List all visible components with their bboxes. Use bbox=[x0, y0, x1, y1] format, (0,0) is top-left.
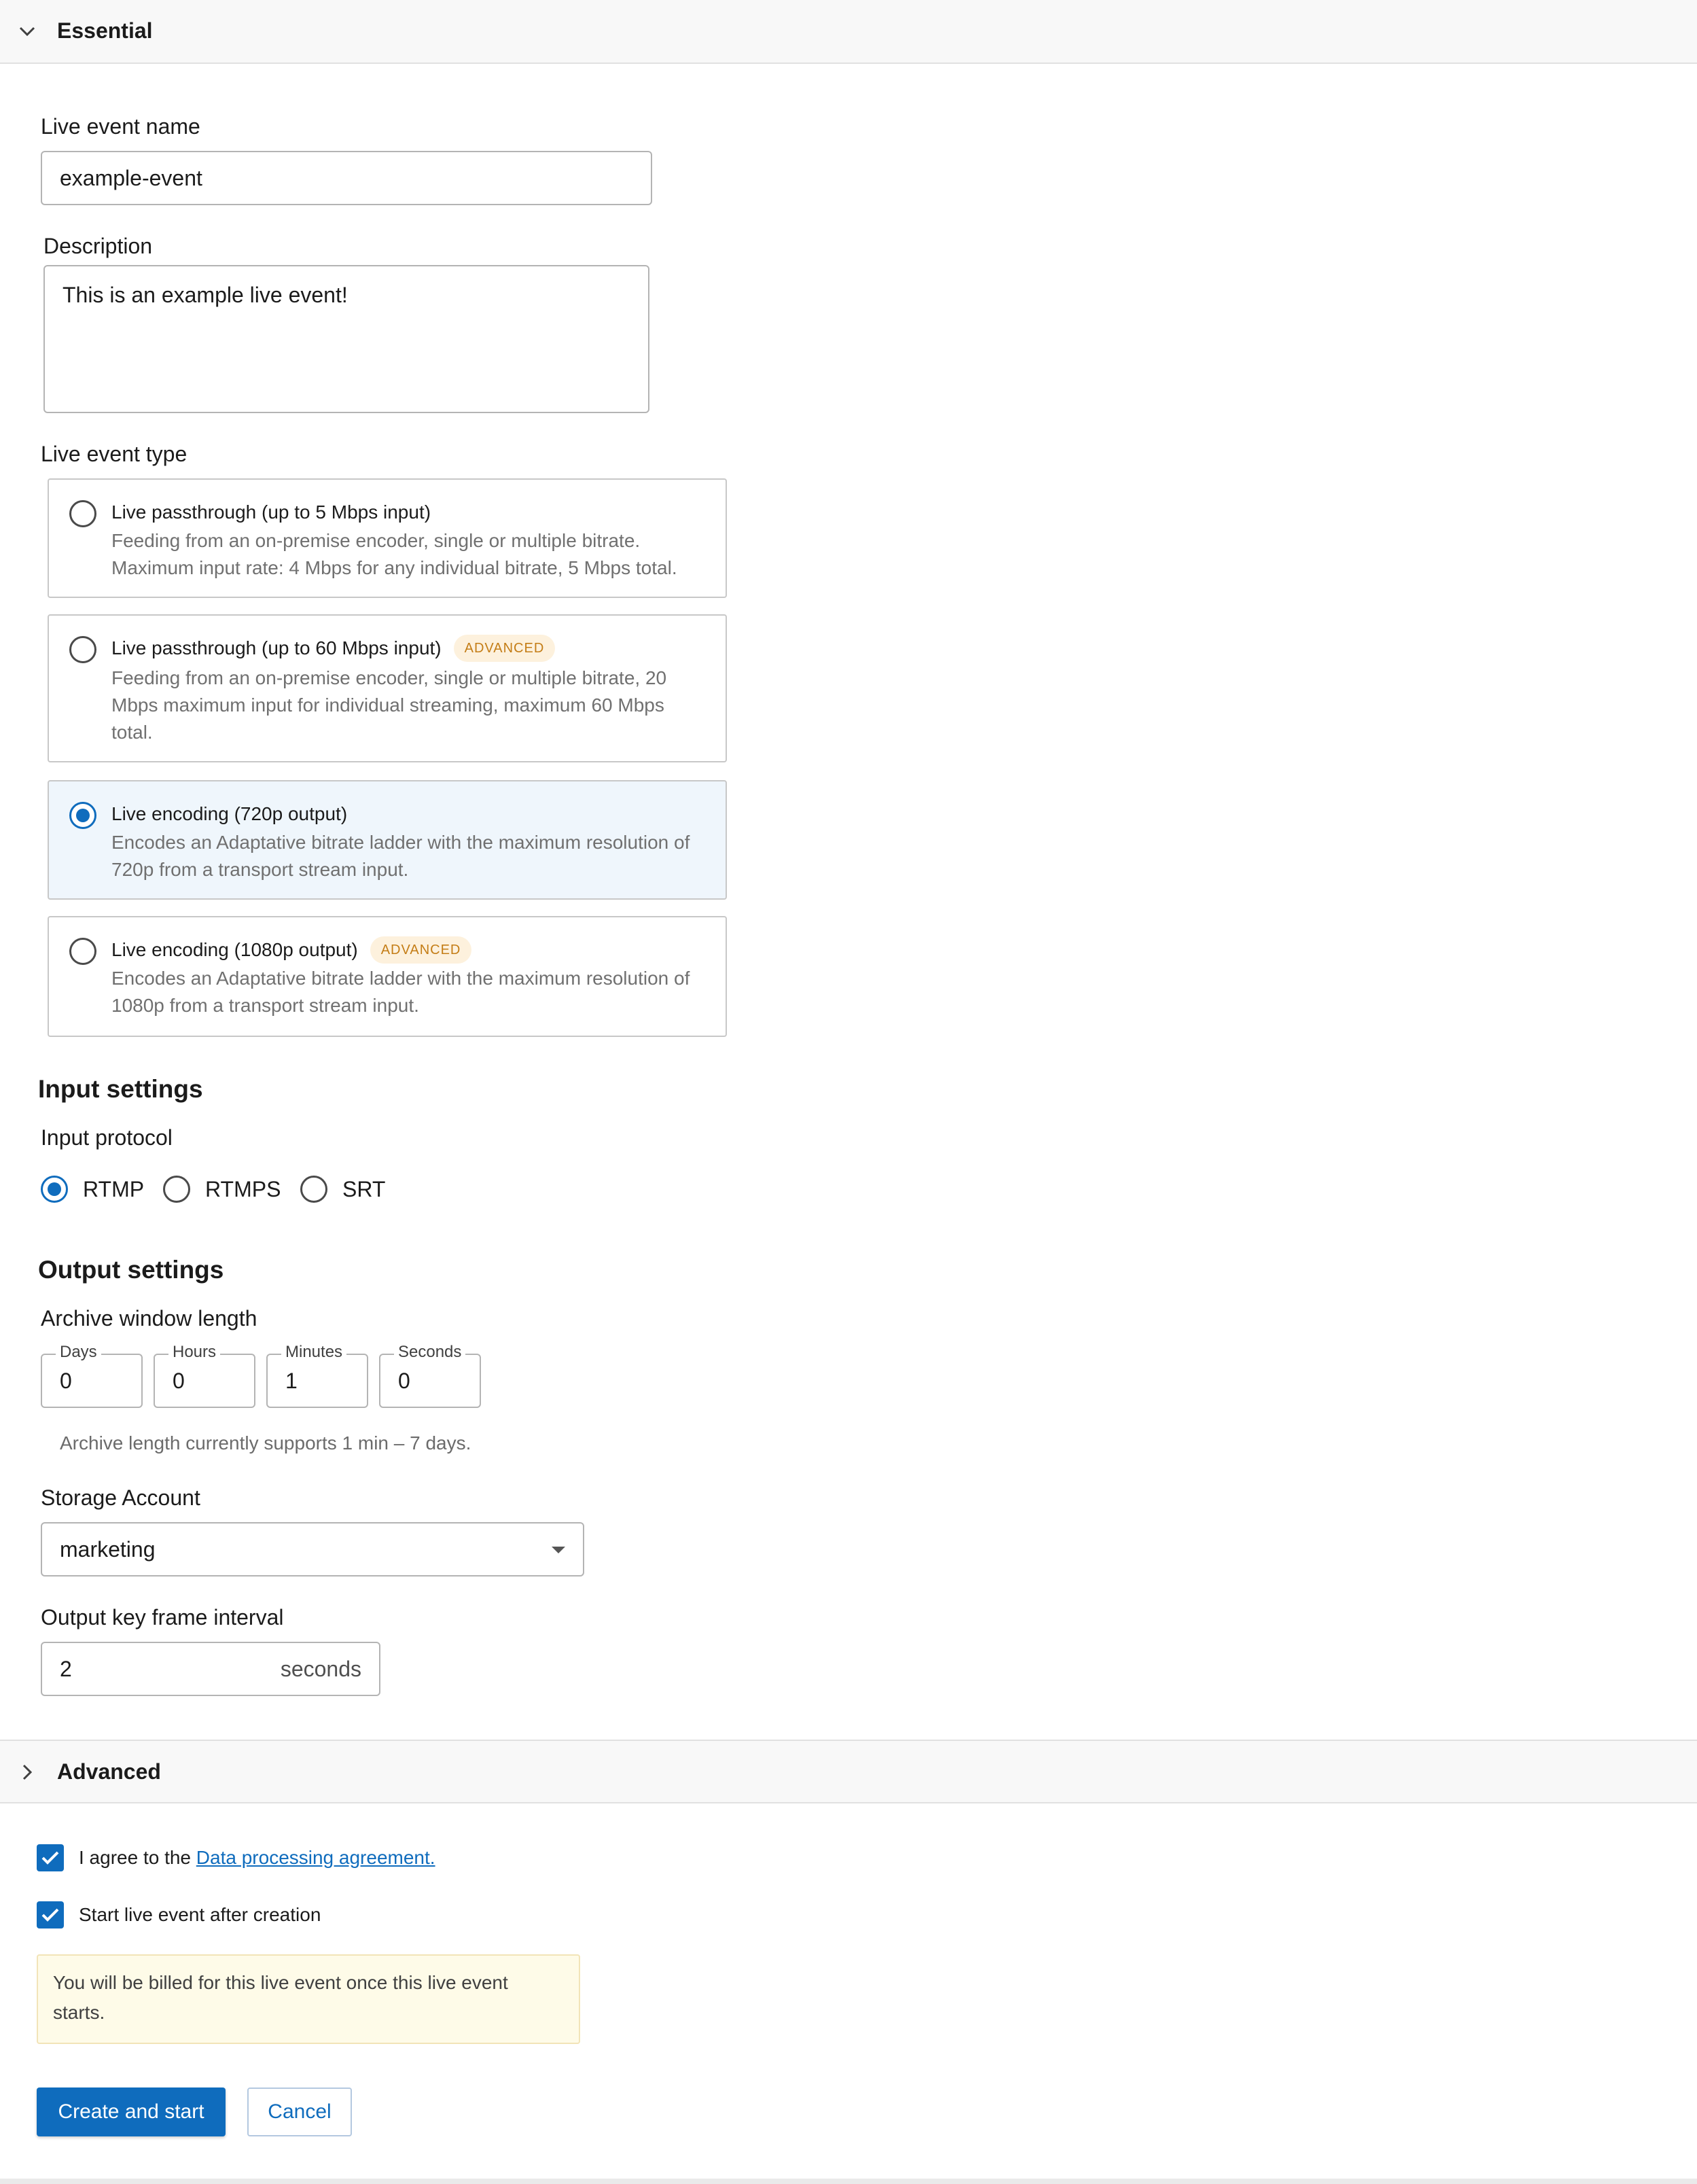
radio-button[interactable] bbox=[69, 938, 96, 965]
event-type-option-encoding-1080p[interactable]: Live encoding (1080p output) ADVANCED Enc… bbox=[48, 916, 727, 1037]
archive-days-caption: Days bbox=[56, 1342, 101, 1362]
protocol-radio-srt[interactable] bbox=[300, 1176, 327, 1203]
billing-notice: You will be billed for this live event o… bbox=[37, 1954, 580, 2044]
storage-account-label: Storage Account bbox=[41, 1485, 200, 1510]
option-title: Live passthrough (up to 60 Mbps input) bbox=[111, 637, 442, 658]
option-description: Feeding from an on-premise encoder, sing… bbox=[111, 667, 667, 743]
chevron-right-icon bbox=[22, 1764, 33, 1780]
essential-section-title: Essential bbox=[57, 18, 153, 43]
radio-button[interactable] bbox=[69, 500, 96, 527]
check-icon bbox=[41, 1908, 59, 1922]
start-after-creation-checkbox[interactable] bbox=[37, 1901, 64, 1928]
keyframe-unit-suffix: seconds bbox=[280, 1657, 361, 1681]
protocol-label-rtmp: RTMP bbox=[83, 1177, 145, 1201]
event-type-option-passthrough-5[interactable]: Live passthrough (up to 5 Mbps input) Fe… bbox=[48, 478, 727, 598]
keyframe-interval-label: Output key frame interval bbox=[41, 1605, 284, 1630]
protocol-label-srt: SRT bbox=[342, 1177, 386, 1201]
radio-button[interactable] bbox=[69, 802, 96, 829]
protocol-label-rtmps: RTMPS bbox=[205, 1177, 281, 1201]
data-processing-agreement-link[interactable]: Data processing agreement. bbox=[196, 1847, 435, 1868]
archive-seconds-caption: Seconds bbox=[394, 1342, 466, 1362]
input-settings-heading: Input settings bbox=[38, 1075, 203, 1103]
keyframe-interval-value: 2 bbox=[60, 1657, 72, 1681]
agreement-checkbox[interactable] bbox=[37, 1844, 64, 1871]
option-title: Live encoding (1080p output) bbox=[111, 939, 358, 960]
caret-down-icon bbox=[552, 1547, 565, 1553]
event-type-option-passthrough-60[interactable]: Live passthrough (up to 60 Mbps input) AD… bbox=[48, 614, 727, 762]
archive-minutes-caption: Minutes bbox=[281, 1342, 347, 1362]
archive-helper-text: Archive length currently supports 1 min … bbox=[60, 1432, 471, 1454]
archive-window-label: Archive window length bbox=[41, 1306, 257, 1331]
input-protocol-label: Input protocol bbox=[41, 1125, 173, 1150]
event-name-input[interactable]: example-event bbox=[41, 151, 652, 205]
description-label: Description bbox=[43, 234, 153, 258]
create-and-start-button[interactable]: Create and start bbox=[37, 2088, 226, 2136]
advanced-section-header[interactable]: Advanced bbox=[0, 1740, 1697, 1803]
agreement-prefix: I agree to the bbox=[79, 1847, 196, 1868]
option-title: Live passthrough (up to 5 Mbps input) bbox=[111, 501, 431, 523]
storage-account-value: marketing bbox=[60, 1537, 156, 1562]
option-description: Encodes an Adaptative bitrate ladder wit… bbox=[111, 968, 690, 1016]
advanced-badge: ADVANCED bbox=[370, 936, 472, 964]
event-type-label: Live event type bbox=[41, 442, 187, 466]
storage-account-select[interactable]: marketing bbox=[41, 1522, 584, 1577]
essential-section-header[interactable]: Essential bbox=[0, 0, 1697, 64]
radio-selected-dot bbox=[48, 1182, 61, 1196]
footer-divider bbox=[0, 2179, 1697, 2184]
check-icon bbox=[41, 1851, 59, 1865]
advanced-section-title: Advanced bbox=[57, 1759, 161, 1784]
radio-selected-dot bbox=[76, 809, 90, 822]
output-settings-heading: Output settings bbox=[38, 1256, 224, 1284]
option-description: Feeding from an on-premise encoder, sing… bbox=[111, 530, 677, 578]
archive-hours-caption: Hours bbox=[168, 1342, 221, 1362]
agreement-label: I agree to the Data processing agreement… bbox=[79, 1844, 435, 1871]
description-textarea[interactable]: This is an example live event! bbox=[43, 265, 649, 413]
cancel-button[interactable]: Cancel bbox=[247, 2088, 352, 2136]
chevron-down-icon bbox=[19, 27, 35, 37]
start-after-creation-label: Start live event after creation bbox=[79, 1904, 321, 1925]
protocol-radio-rtmps[interactable] bbox=[163, 1176, 190, 1203]
protocol-radio-rtmp[interactable] bbox=[41, 1176, 68, 1203]
event-type-option-encoding-720p[interactable]: Live encoding (720p output) Encodes an A… bbox=[48, 780, 727, 900]
radio-button[interactable] bbox=[69, 636, 96, 663]
advanced-badge: ADVANCED bbox=[453, 635, 556, 662]
option-description: Encodes an Adaptative bitrate ladder wit… bbox=[111, 832, 690, 880]
event-name-label: Live event name bbox=[41, 114, 200, 139]
option-title: Live encoding (720p output) bbox=[111, 803, 348, 824]
keyframe-interval-input[interactable]: 2 seconds bbox=[41, 1642, 380, 1696]
